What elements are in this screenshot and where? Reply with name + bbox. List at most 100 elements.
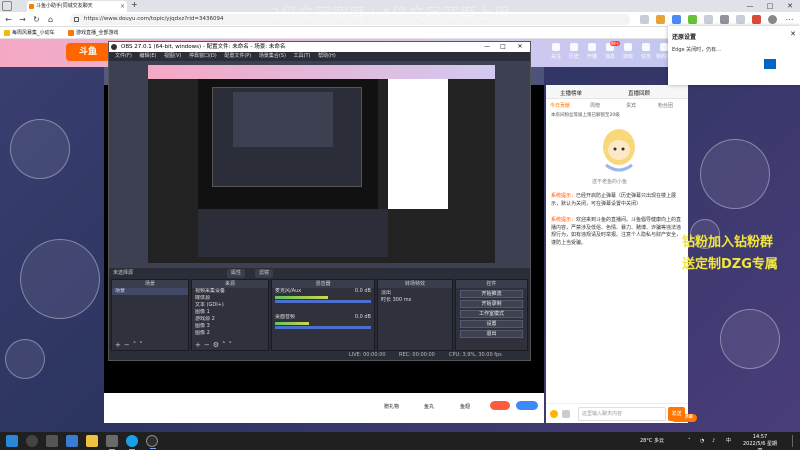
read-aloud-icon[interactable] (640, 15, 649, 24)
settings-more-icon[interactable]: ⋯ (784, 14, 795, 25)
source-item[interactable]: 文本 (GDI+) (192, 302, 268, 309)
network-icon[interactable]: ◔ (700, 432, 704, 450)
tab-week-rank[interactable]: 周榜 (590, 102, 600, 109)
barrage-settings-icon[interactable] (562, 410, 570, 418)
menu-edit[interactable]: 编辑(E) (139, 52, 156, 61)
remove-source-icon[interactable]: − (204, 341, 213, 349)
header-tasks-button[interactable]: 任务 (638, 43, 654, 60)
favorites-icon[interactable] (672, 15, 681, 24)
obs-preview[interactable] (109, 61, 530, 268)
source-item[interactable]: 视频采集设备 (192, 288, 268, 295)
source-item[interactable]: 图像 1 (192, 309, 268, 316)
home-icon[interactable]: ⌂ (45, 14, 56, 25)
douyu-logo[interactable]: 斗鱼 (66, 43, 110, 61)
menu-scene-collection[interactable]: 场景集合(S) (259, 52, 286, 61)
tab-actions-icon[interactable] (2, 1, 12, 11)
fishball-button[interactable]: 鱼丸 (424, 403, 434, 410)
source-item[interactable]: 游戏源 2 (192, 316, 268, 323)
header-games-button[interactable]: 游戏 (620, 43, 636, 60)
tray-overflow-icon[interactable]: ˄ (688, 432, 691, 450)
window-maximize-button[interactable]: □ (760, 0, 780, 12)
obs-taskbar-icon[interactable] (146, 435, 158, 449)
widgets-icon[interactable] (66, 435, 78, 447)
new-tab-button[interactable]: + (131, 0, 138, 9)
system-clock[interactable]: 14:57 2022/5/6 星期四 (742, 434, 778, 450)
exit-button[interactable]: 退出 (460, 330, 523, 338)
volume-slider[interactable] (275, 326, 371, 329)
collections-icon[interactable] (688, 15, 697, 24)
share-icon[interactable] (736, 15, 745, 24)
fishfin-button[interactable]: 鱼翅 (460, 403, 470, 410)
menu-docks[interactable]: 停靠窗口(D) (189, 52, 217, 61)
header-follow-button[interactable]: 关注 (548, 43, 564, 60)
header-history-button[interactable]: 历史 (566, 43, 582, 60)
start-windows-icon[interactable] (6, 435, 18, 447)
move-down-icon[interactable]: ˅ (139, 341, 146, 349)
tab-live-replay[interactable]: 直播回顾 (628, 89, 650, 97)
transition-duration[interactable]: 时长 300 ms (378, 297, 452, 304)
weather-widget[interactable]: 28°C 多云 (640, 432, 664, 450)
file-explorer-icon[interactable] (86, 435, 98, 447)
move-down-icon[interactable]: ˅ (229, 341, 236, 349)
volume-icon[interactable]: ♪ (712, 432, 715, 450)
refresh-icon[interactable]: ↻ (31, 14, 42, 25)
window-close-button[interactable]: ✕ (780, 0, 800, 12)
taskbar-app-icon[interactable] (106, 435, 118, 450)
header-messages-button[interactable]: 99+ 消息 (602, 41, 620, 60)
back-icon[interactable]: ← (3, 14, 14, 25)
settings-button[interactable]: 设置 (460, 320, 523, 328)
forward-icon[interactable]: → (17, 14, 28, 25)
tab-close-icon[interactable]: × (120, 1, 125, 12)
tab-fan-group[interactable]: 粉丝团 (658, 102, 673, 109)
tab-today-contribution[interactable]: 今日贡献 (550, 102, 570, 109)
bookmark-item[interactable]: 每周风暴集_小动车 (4, 28, 55, 38)
add-scene-icon[interactable]: + (115, 341, 124, 349)
start-streaming-button[interactable]: 开始推流 (460, 290, 523, 298)
window-minimize-button[interactable]: — (740, 0, 760, 12)
menu-help[interactable]: 帮助(H) (318, 52, 336, 61)
obs-minimize-button[interactable]: — (481, 42, 493, 52)
notification-close-icon[interactable]: ✕ (790, 30, 796, 38)
browser-tab[interactable]: 斗鱼小助手|同城交友聊天 × (27, 1, 127, 12)
volume-slider[interactable] (275, 300, 371, 303)
source-settings-icon[interactable]: ⚙ (213, 341, 222, 349)
start-recording-button[interactable]: 开始录制 (460, 300, 523, 308)
extension-icon[interactable] (656, 15, 665, 24)
menu-file[interactable]: 文件(F) (115, 52, 132, 61)
remove-scene-icon[interactable]: − (124, 341, 133, 349)
search-icon[interactable] (26, 435, 38, 447)
transition-select[interactable]: 淡出 (378, 290, 452, 297)
edge-extension-icon[interactable] (752, 15, 761, 24)
obs-close-button[interactable]: ✕ (514, 42, 526, 52)
studio-mode-button[interactable]: 工作室模式 (460, 310, 523, 318)
source-item[interactable]: 媒体源 (192, 295, 268, 302)
send-button[interactable]: 发送 (668, 407, 685, 421)
edge-browser-icon[interactable] (126, 435, 138, 450)
vip-button[interactable] (516, 401, 538, 410)
gift-button[interactable]: 赠礼物 (384, 403, 399, 410)
emoji-icon[interactable] (550, 410, 558, 418)
show-desktop-button[interactable] (792, 435, 798, 447)
downloads-icon[interactable] (704, 15, 713, 24)
profile-icon[interactable] (720, 15, 729, 24)
bookmark-item[interactable]: 游戏直播_全部游戏 (68, 28, 119, 38)
recharge-button[interactable] (490, 401, 510, 410)
add-source-icon[interactable]: + (195, 341, 204, 349)
source-item[interactable]: 图像 3 (192, 323, 268, 330)
chat-input[interactable]: 这里输入聊天内容 发送弹幕 (578, 407, 697, 422)
tab-anchor-rank[interactable]: 主播榜单 (560, 89, 582, 97)
source-item[interactable]: 图像 2 (192, 330, 268, 337)
tab-vip[interactable]: 贵宾 (626, 102, 636, 109)
account-avatar[interactable] (768, 15, 777, 24)
filters-button[interactable]: 滤镜 (255, 269, 274, 278)
menu-view[interactable]: 视图(V) (164, 52, 181, 61)
scene-item[interactable]: 场景 (112, 288, 188, 295)
menu-profile[interactable]: 配置文件(P) (224, 52, 251, 61)
header-broadcast-button[interactable]: 开播 (584, 43, 600, 60)
notification-action-button[interactable] (764, 59, 776, 69)
menu-tools[interactable]: 工具(T) (294, 52, 311, 61)
obs-maximize-button[interactable]: □ (497, 42, 509, 52)
task-view-icon[interactable] (46, 435, 58, 447)
input-language[interactable]: 中 (726, 432, 731, 450)
properties-button[interactable]: 属性 (227, 269, 246, 278)
